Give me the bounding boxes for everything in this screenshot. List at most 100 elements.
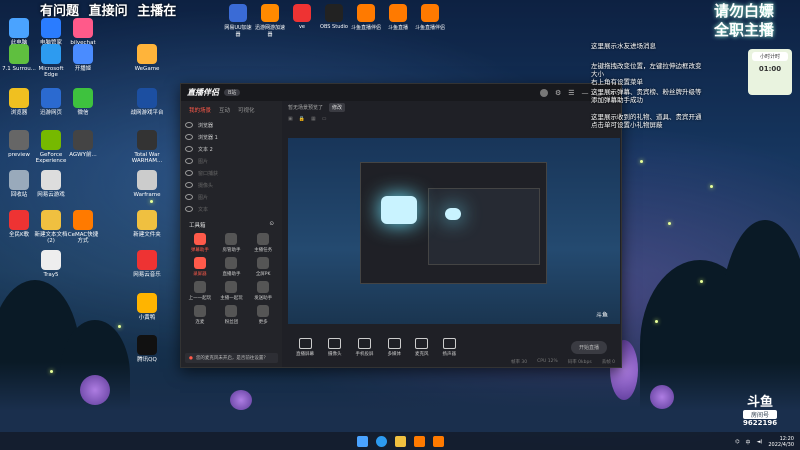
- desktop-shortcut[interactable]: 网易UU加速器: [222, 4, 254, 38]
- control-button[interactable]: 手机投屏: [356, 337, 374, 357]
- desktop-shortcut[interactable]: 网易云音乐: [130, 250, 164, 278]
- source-row[interactable]: 文本 2: [181, 143, 282, 155]
- desktop-shortcut[interactable]: 斗鱼直播伴侣: [414, 4, 446, 31]
- desktop-shortcut[interactable]: WeGame: [130, 44, 164, 72]
- desktop-shortcut[interactable]: 新建文件夹: [130, 210, 164, 238]
- tool-button[interactable]: 全屏PK: [248, 257, 278, 277]
- version-badge[interactable]: B站: [224, 89, 241, 96]
- toolbox-title: 工具箱: [189, 223, 206, 229]
- language-indicator[interactable]: 中: [746, 439, 751, 446]
- desktop-shortcut[interactable]: 浏览器: [2, 88, 36, 116]
- desktop-shortcut[interactable]: 开播姬: [66, 44, 100, 72]
- volume-icon[interactable]: ◄): [757, 439, 763, 445]
- control-button[interactable]: 直播屏幕: [296, 337, 314, 357]
- desktop-shortcut[interactable]: 斗鱼直播: [382, 4, 414, 31]
- tool-button[interactable]: 录屏器: [185, 257, 215, 277]
- control-button[interactable]: 多媒体: [388, 337, 401, 357]
- source-row[interactable]: 图片: [181, 155, 282, 167]
- eye-icon[interactable]: [185, 146, 193, 152]
- source-row[interactable]: 浏览器: [181, 119, 282, 131]
- desktop-shortcut[interactable]: Tray5: [34, 250, 68, 278]
- file-explorer-icon[interactable]: [394, 435, 406, 447]
- desktop-shortcut[interactable]: 回收站: [2, 170, 36, 198]
- live-preview[interactable]: 斗鱼: [288, 138, 620, 324]
- screen-icon[interactable]: ▭: [322, 116, 327, 122]
- desktop-shortcut[interactable]: ve: [286, 4, 318, 30]
- tab-1[interactable]: 互动: [219, 106, 230, 114]
- desktop-shortcut[interactable]: 斗鱼直播伴侣: [350, 4, 382, 31]
- network-icon[interactable]: ⌬: [735, 439, 739, 445]
- start-live-button[interactable]: 开始直播: [570, 340, 607, 354]
- clock-date[interactable]: 2022/4/30: [768, 442, 794, 448]
- tool-button[interactable]: 直播助手: [217, 257, 247, 277]
- desktop-shortcut[interactable]: 新建文本文档(2): [34, 210, 68, 244]
- eye-icon[interactable]: [185, 182, 193, 188]
- desktop-shortcut[interactable]: preview: [2, 130, 36, 158]
- eye-icon[interactable]: [185, 134, 193, 140]
- desktop-shortcut[interactable]: GeForce Experience: [34, 130, 68, 164]
- minimize-icon[interactable]: —: [582, 89, 589, 97]
- app-icon: [41, 210, 61, 230]
- scene-edit-button[interactable]: 修改: [329, 102, 346, 112]
- title-bar[interactable]: 直播伴侣 B站 ⚙ ☰ — ▢ ✕: [181, 84, 621, 101]
- eye-icon[interactable]: [185, 170, 193, 176]
- desktop-shortcut[interactable]: 腾讯QQ: [130, 335, 164, 363]
- tool-button[interactable]: 更多: [248, 305, 278, 325]
- settings-icon[interactable]: ⚙: [555, 89, 561, 97]
- source-row[interactable]: 摄像头: [181, 179, 282, 191]
- desktop-shortcut[interactable]: bilvechat: [66, 18, 100, 46]
- source-row[interactable]: 文本: [181, 203, 282, 215]
- lock-icon[interactable]: 🔒: [299, 116, 305, 122]
- toolbox-settings-icon[interactable]: ⊙: [269, 221, 274, 229]
- desktop-shortcut[interactable]: Warframe: [130, 170, 164, 198]
- tool-button[interactable]: 主播任务: [248, 233, 278, 253]
- eye-icon[interactable]: [185, 122, 193, 128]
- eye-icon[interactable]: [185, 206, 193, 212]
- tab-2[interactable]: 可视化: [238, 106, 255, 114]
- source-row[interactable]: 浏览器 1: [181, 131, 282, 143]
- desktop-shortcut[interactable]: Total War WARHAM...: [130, 130, 164, 164]
- grid-icon[interactable]: ▦: [311, 116, 316, 122]
- control-button[interactable]: 麦克风: [415, 337, 429, 357]
- control-button[interactable]: 摄像头: [328, 337, 342, 357]
- desktop-shortcut[interactable]: 迅游网游加速器: [254, 4, 286, 38]
- desktop-shortcut[interactable]: 7.1 Surrou...: [2, 44, 36, 72]
- desktop-shortcut[interactable]: 迅游网页: [34, 88, 68, 116]
- desktop-shortcut[interactable]: AGWY前...: [66, 130, 100, 158]
- live-streaming-app-window[interactable]: 直播伴侣 B站 ⚙ ☰ — ▢ ✕ 我的场景 互动 可视化 浏览器 浏览器 1 文本 2…: [180, 83, 622, 368]
- tool-button[interactable]: 主播一起玩: [217, 281, 247, 301]
- windows-start-icon[interactable]: [356, 435, 368, 447]
- desktop-shortcut[interactable]: 全民K歌: [2, 210, 36, 238]
- eye-icon[interactable]: [185, 194, 193, 200]
- desktop-shortcut[interactable]: CeMAC快捷方式: [66, 210, 100, 244]
- avatar[interactable]: [539, 88, 548, 97]
- notice-bar[interactable]: ● 您的麦克风未开启，是否前往设置？: [185, 353, 278, 363]
- tool-button[interactable]: 连麦: [185, 305, 215, 325]
- desktop-shortcut[interactable]: 网易云游戏: [34, 170, 68, 198]
- timer-widget[interactable]: 小时计时 01:00: [748, 49, 792, 95]
- desktop-shortcut[interactable]: 小黄鸭: [130, 293, 164, 321]
- livestream-icon[interactable]: [432, 435, 444, 447]
- menu-icon[interactable]: ☰: [568, 89, 574, 97]
- source-label: 摄像头: [198, 182, 214, 189]
- layer-icon[interactable]: ▣: [288, 116, 293, 122]
- douyu-icon[interactable]: [413, 435, 425, 447]
- desktop-shortcut[interactable]: 微信: [66, 88, 100, 116]
- tool-button[interactable]: 弹幕助手: [185, 233, 215, 253]
- eye-icon[interactable]: [185, 158, 193, 164]
- desktop-shortcut[interactable]: 此电脑: [2, 18, 36, 46]
- desktop-shortcut[interactable]: Microsoft Edge: [34, 44, 68, 78]
- firefly: [118, 325, 121, 328]
- source-row[interactable]: 窗口捕获: [181, 167, 282, 179]
- source-row[interactable]: 图片: [181, 191, 282, 203]
- tool-button[interactable]: 上一一起玩: [185, 281, 215, 301]
- edge-icon[interactable]: [375, 435, 387, 447]
- desktop-shortcut[interactable]: 战网游戏平台: [130, 88, 164, 116]
- tab-0[interactable]: 我的场景: [189, 106, 211, 114]
- desktop-shortcut[interactable]: OBS Studio: [318, 4, 350, 30]
- tool-button[interactable]: 发送助手: [248, 281, 278, 301]
- tool-button[interactable]: 房管助手: [217, 233, 247, 253]
- desktop-shortcut[interactable]: 电脑管家: [34, 18, 68, 46]
- control-button[interactable]: 扬声器: [443, 337, 456, 357]
- tool-button[interactable]: 粉丝团: [217, 305, 247, 325]
